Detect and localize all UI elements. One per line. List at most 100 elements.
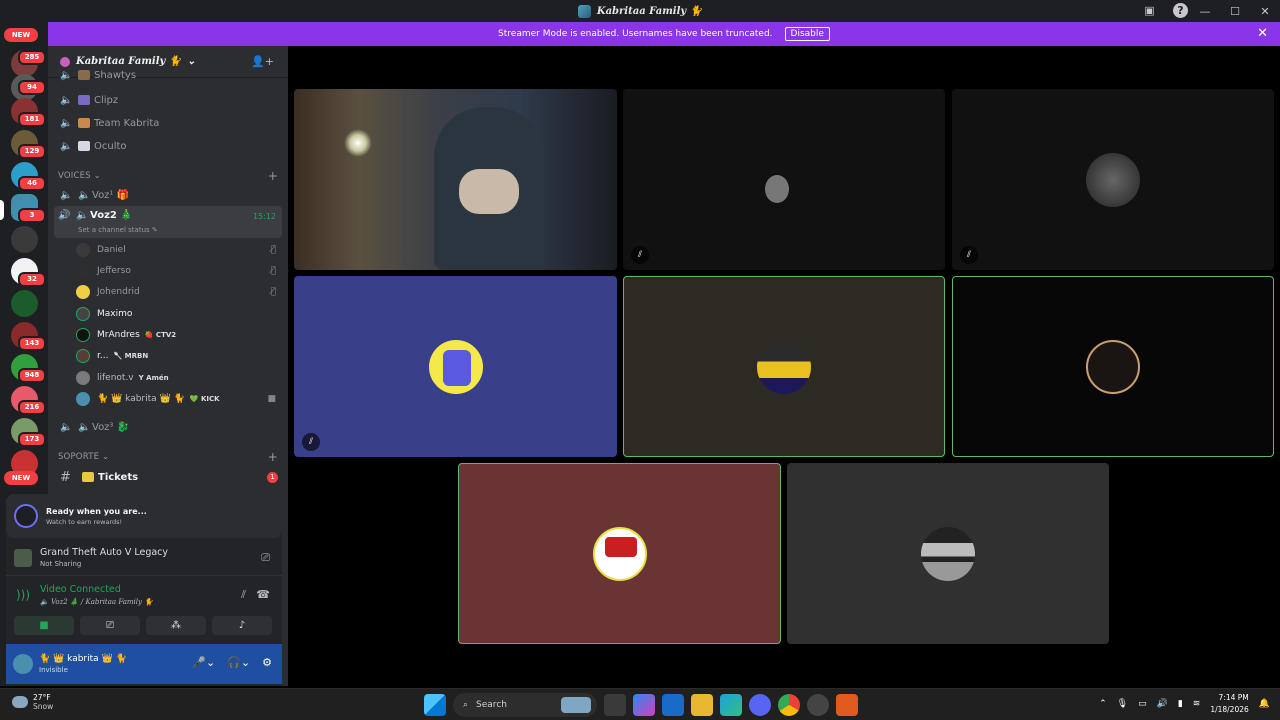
video-tile[interactable]: ⫽ [952,89,1274,270]
microphone-icon[interactable]: 🎙 [1117,699,1128,709]
avatar[interactable] [13,654,33,674]
window-controls: — ☐ ✕ [1190,0,1280,22]
avatar [1086,339,1140,394]
weather-widget[interactable]: 27°F Snow [12,693,53,711]
mention-badge: 129 [18,144,46,159]
disconnect-icon[interactable]: ☎ [256,588,270,601]
signal-icon[interactable]: ))) [16,588,30,602]
gear-icon[interactable]: ⚙ [262,656,272,669]
channel-oculto[interactable]: 🔈 Oculto [56,135,282,157]
voice-user[interactable]: Maximo [76,304,276,324]
muted-icon: ⫽ [631,246,649,264]
unread-badge: 1 [267,471,278,483]
muted-icon: 🎙̸ [270,266,276,276]
quest-card[interactable]: Ready when you are... Watch to earn rewa… [6,494,282,538]
clock[interactable]: 7:14 PM 1/18/2026 [1210,692,1248,716]
copilot-icon[interactable] [633,694,655,716]
soundboard-button[interactable]: ♪ [212,616,272,635]
disable-button[interactable]: Disable [784,27,830,41]
inbox-icon[interactable]: ▣ [1142,3,1157,18]
voice-channel-1[interactable]: 🔈 🔈 Voz¹ 🎁 [56,184,282,206]
mention-badge: 46 [18,176,46,191]
maximize-button[interactable]: ☐ [1220,5,1250,18]
channel-status[interactable]: Set a channel status ✎ [78,226,158,234]
category-soporte[interactable]: SOPORTE ⌄ + [58,450,278,464]
add-channel-icon[interactable]: + [268,450,278,464]
noise-suppression-icon[interactable]: ⫽ [241,588,246,602]
taskbar-apps: ⌕ Search [424,693,858,717]
voice-connection: ))) Video Connected 🔈 Voz2 🎄 / Kabritaa … [16,584,270,606]
speaker-icon: 🔈 [60,189,73,201]
voice-user[interactable]: 🐈 👑 kabrita 👑 🐈 💚 KICK ■ [76,389,276,409]
invite-icon[interactable]: 👤+ [251,55,274,68]
video-tile-camera[interactable] [294,89,617,270]
category-voices[interactable]: VOICES ⌄ + [58,169,278,183]
task-view-icon[interactable] [604,694,626,716]
network-icon[interactable]: ≋ [1193,699,1201,709]
headphones-icon[interactable]: 🎧⌄ [227,656,250,669]
mention-badge: 173 [18,432,46,447]
avatar [76,392,90,406]
speaker-icon: 🔈 [60,140,73,152]
channel-shawtys[interactable]: 🔈 Shawtys [56,68,282,82]
server-icon-7[interactable] [11,226,38,253]
close-button[interactable]: ✕ [1250,5,1280,18]
server-badge-icon [60,56,70,67]
video-tile[interactable] [787,463,1109,644]
video-tile[interactable] [952,276,1274,457]
discord-icon[interactable] [749,694,771,716]
voice-user[interactable]: Johendrid 🎙̸ [76,282,276,302]
video-tile[interactable] [623,276,945,457]
windows-start-icon[interactable] [424,694,446,716]
app-icon[interactable] [836,694,858,716]
speaker-icon: 🔊 [58,210,71,221]
microphone-icon[interactable]: 🎤⌄ [192,656,215,669]
file-explorer-icon[interactable] [691,694,713,716]
notification-icon[interactable]: 🔔 [1259,699,1270,709]
activity-row: Grand Theft Auto V Legacy Not Sharing ⎚ [6,540,282,576]
search-box[interactable]: ⌕ Search [453,693,597,717]
add-channel-icon[interactable]: + [268,169,278,183]
outlook-icon[interactable] [662,694,684,716]
display-icon[interactable]: ▭ [1138,699,1147,709]
voice-user[interactable]: lifenot.v Y Amén [76,368,276,388]
video-tile[interactable] [458,463,781,644]
video-tile[interactable]: ⫽ [294,276,617,457]
channel-emoji [78,95,90,105]
mention-badge: 94 [18,80,46,95]
speaker-icon: 🔈 [60,421,73,433]
window-title: Kabritaa Family 🐈 [577,4,702,18]
server-icon-9[interactable] [11,290,38,317]
avatar [76,285,90,299]
voice-user[interactable]: Daniel 🎙̸ [76,240,276,260]
minimize-button[interactable]: — [1190,5,1220,18]
screen-share-button[interactable]: ⎚ [80,616,140,635]
voice-user[interactable]: Jefferso 🎙̸ [76,261,276,281]
edge-icon[interactable] [720,694,742,716]
voice-channel-2[interactable]: 🔊 🔈 Voz2 🎄 15:12 Set a channel status ✎ [54,206,282,238]
help-icon[interactable]: ? [1173,3,1188,18]
channel-team-kabrita[interactable]: 🔈 Team Kabrita [56,112,282,134]
chrome-icon[interactable] [778,694,800,716]
chevron-up-icon[interactable]: ⌃ [1099,699,1107,709]
channel-tickets[interactable]: # Tickets 1 [56,466,282,488]
camera-button[interactable]: ■ [14,616,74,635]
avatar [1086,152,1140,207]
video-tile[interactable]: ⫽ [623,89,945,270]
channel-clipz[interactable]: 🔈 Clipz [56,89,282,111]
steam-icon[interactable] [807,694,829,716]
speaker-icon: 🔈 [78,421,91,433]
voice-user[interactable]: r... 🥄 MRBN [76,346,276,366]
activities-button[interactable]: ⁂ [146,616,206,635]
battery-icon[interactable]: ▮ [1178,699,1183,709]
avatar [921,526,975,581]
close-icon[interactable]: ✕ [1257,26,1268,41]
speaker-icon: 🔈 [60,117,73,129]
screen-share-icon[interactable]: ⎚ [261,551,270,565]
search-icon: ⌕ [463,700,469,710]
avatar [76,328,90,342]
volume-icon[interactable]: 🔊 [1157,699,1168,709]
voice-user[interactable]: MrAndres 🍓 CTV2 [76,325,276,345]
muted-icon: 🎙̸ [270,287,276,297]
voice-channel-3[interactable]: 🔈 🔈 Voz³ 🐉 [56,416,282,438]
